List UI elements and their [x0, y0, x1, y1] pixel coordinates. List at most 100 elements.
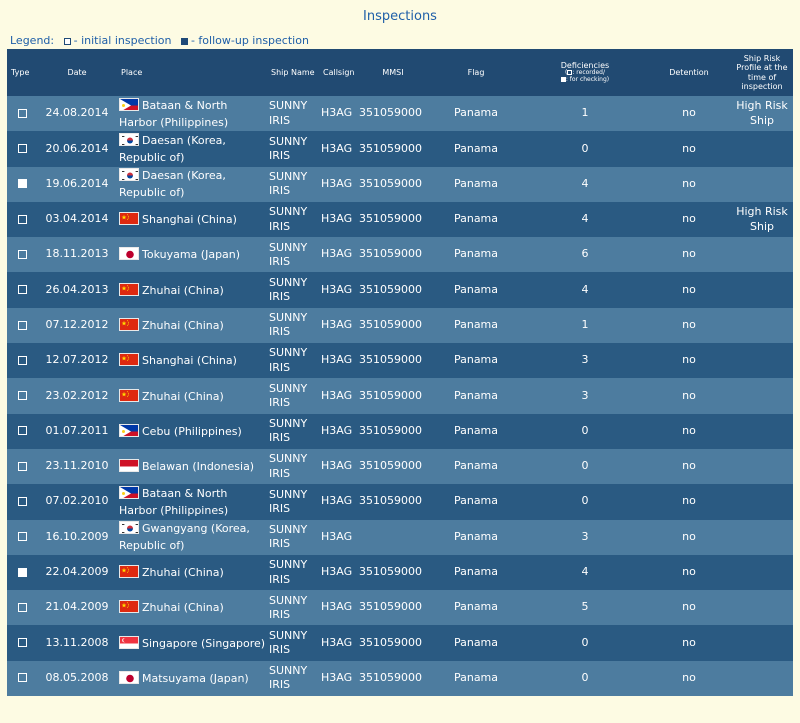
detention-cell: no	[647, 519, 731, 555]
type-cell	[7, 237, 37, 273]
place-cell: Bataan & North Harbor (Philippines)	[117, 96, 267, 132]
col-callsign[interactable]: Callsign	[319, 49, 357, 96]
followup-inspection-icon	[180, 37, 188, 45]
initial-inspection-icon	[17, 461, 27, 471]
table-row[interactable]: 12.07.2012 Shanghai (China) SUNNY IRIS H…	[7, 343, 793, 379]
china-flag-icon	[119, 282, 139, 296]
col-flag[interactable]: Flag	[429, 49, 523, 96]
risk-profile-cell	[731, 413, 793, 449]
risk-profile-cell	[731, 519, 793, 555]
detention-cell: no	[647, 307, 731, 344]
china-flag-icon	[119, 600, 139, 614]
risk-profile-cell: High Risk Ship	[731, 96, 793, 132]
col-date[interactable]: Date	[37, 49, 117, 96]
risk-profile-cell	[731, 131, 793, 167]
place-cell: Shanghai (China)	[117, 343, 267, 379]
type-cell	[7, 484, 37, 520]
place-cell: Zhuhai (China)	[117, 378, 267, 414]
philippines-flag-icon	[119, 485, 139, 499]
table-row[interactable]: 16.10.2009 Gwangyang (Korea, Republic of…	[7, 519, 793, 555]
table-row[interactable]: 08.05.2008 Matsuyama (Japan) SUNNY IRIS …	[7, 660, 793, 697]
type-cell	[7, 519, 37, 555]
type-cell	[7, 201, 37, 238]
deficiencies-cell: 0	[523, 625, 647, 661]
col-place[interactable]: Place	[117, 49, 267, 96]
deficiencies-sub2: : for checking)	[565, 76, 610, 84]
col-detention[interactable]: Detention	[647, 49, 731, 96]
initial-inspection-icon	[17, 496, 27, 506]
table-row[interactable]: 24.08.2014 Bataan & North Harbor (Philip…	[7, 96, 793, 132]
table-row[interactable]: 03.04.2014 Shanghai (China) SUNNY IRIS H…	[7, 201, 793, 238]
place-text: Zhuhai (China)	[142, 318, 224, 332]
date-cell: 07.02.2010	[37, 484, 117, 520]
ship-name-cell: SUNNY IRIS	[267, 378, 319, 414]
ship-name-cell: SUNNY IRIS	[267, 307, 319, 344]
table-row[interactable]: 21.04.2009 Zhuhai (China) SUNNY IRIS H3A…	[7, 590, 793, 626]
detention-cell: no	[647, 343, 731, 379]
initial-inspection-icon	[17, 673, 27, 683]
col-risk-profile[interactable]: Ship Risk Profile at the time of inspect…	[731, 49, 793, 96]
ship-name-cell: SUNNY IRIS	[267, 272, 319, 308]
place-text: Matsuyama (Japan)	[142, 671, 249, 685]
table-row[interactable]: 23.02.2012 Zhuhai (China) SUNNY IRIS H3A…	[7, 378, 793, 414]
ship-name-cell: SUNNY IRIS	[267, 166, 319, 202]
detention-cell: no	[647, 237, 731, 273]
initial-inspection-icon	[17, 320, 27, 330]
deficiencies-cell: 0	[523, 660, 647, 697]
col-mmsi[interactable]: MMSI	[357, 49, 429, 96]
risk-profile-cell	[731, 272, 793, 308]
detention-cell: no	[647, 413, 731, 449]
callsign-cell: H3AG	[319, 96, 357, 132]
callsign-cell: H3AG	[319, 343, 357, 379]
col-type[interactable]: Type	[7, 49, 37, 96]
date-cell: 08.05.2008	[37, 660, 117, 697]
initial-inspection-icon	[17, 602, 27, 612]
detention-cell: no	[647, 201, 731, 238]
callsign-cell: H3AG	[319, 590, 357, 626]
flag-cell: Panama	[429, 272, 523, 308]
initial-inspection-icon	[17, 355, 27, 365]
callsign-cell: H3AG	[319, 307, 357, 344]
ship-name-cell: SUNNY IRIS	[267, 590, 319, 626]
type-cell	[7, 554, 37, 591]
table-row[interactable]: 18.11.2013 Tokuyama (Japan) SUNNY IRIS H…	[7, 237, 793, 273]
flag-cell: Panama	[429, 484, 523, 520]
place-text: Belawan (Indonesia)	[142, 460, 255, 474]
deficiencies-cell: 4	[523, 272, 647, 308]
flag-cell: Panama	[429, 343, 523, 379]
table-row[interactable]: 07.02.2010 Bataan & North Harbor (Philip…	[7, 484, 793, 520]
risk-profile-cell	[731, 448, 793, 485]
mmsi-cell: 351059000	[357, 625, 429, 661]
deficiencies-cell: 0	[523, 131, 647, 167]
philippines-flag-icon	[119, 97, 139, 111]
table-row[interactable]: 01.07.2011 Cebu (Philippines) SUNNY IRIS…	[7, 413, 793, 449]
ship-name-cell: SUNNY IRIS	[267, 625, 319, 661]
place-cell: Matsuyama (Japan)	[117, 660, 267, 697]
place-text: Zhuhai (China)	[142, 601, 224, 615]
type-cell	[7, 660, 37, 697]
table-row[interactable]: 22.04.2009 Zhuhai (China) SUNNY IRIS H3A…	[7, 554, 793, 591]
col-deficiencies[interactable]: Deficiencies (: recorded/ : for checking…	[523, 49, 647, 96]
detention-cell: no	[647, 96, 731, 132]
flag-cell: Panama	[429, 378, 523, 414]
table-row[interactable]: 20.06.2014 Daesan (Korea, Republic of) S…	[7, 131, 793, 167]
table-row[interactable]: 19.06.2014 Daesan (Korea, Republic of) S…	[7, 166, 793, 202]
col-ship-name[interactable]: Ship Name	[267, 49, 319, 96]
initial-inspection-icon	[17, 426, 27, 436]
mmsi-cell: 351059000	[357, 96, 429, 132]
philippines-flag-icon	[119, 423, 139, 437]
callsign-cell: H3AG	[319, 625, 357, 661]
place-text: Shanghai (China)	[142, 213, 237, 227]
mmsi-cell: 351059000	[357, 201, 429, 238]
type-cell	[7, 272, 37, 308]
risk-profile-cell: High Risk Ship	[731, 201, 793, 238]
date-cell: 12.07.2012	[37, 343, 117, 379]
risk-profile-cell	[731, 554, 793, 591]
detention-cell: no	[647, 590, 731, 626]
ship-name-cell: SUNNY IRIS	[267, 131, 319, 167]
korea-flag-icon	[119, 521, 139, 535]
table-row[interactable]: 26.04.2013 Zhuhai (China) SUNNY IRIS H3A…	[7, 272, 793, 308]
table-row[interactable]: 23.11.2010 Belawan (Indonesia) SUNNY IRI…	[7, 448, 793, 485]
table-row[interactable]: 07.12.2012 Zhuhai (China) SUNNY IRIS H3A…	[7, 307, 793, 344]
table-row[interactable]: 13.11.2008 Singapore (Singapore) SUNNY I…	[7, 625, 793, 661]
